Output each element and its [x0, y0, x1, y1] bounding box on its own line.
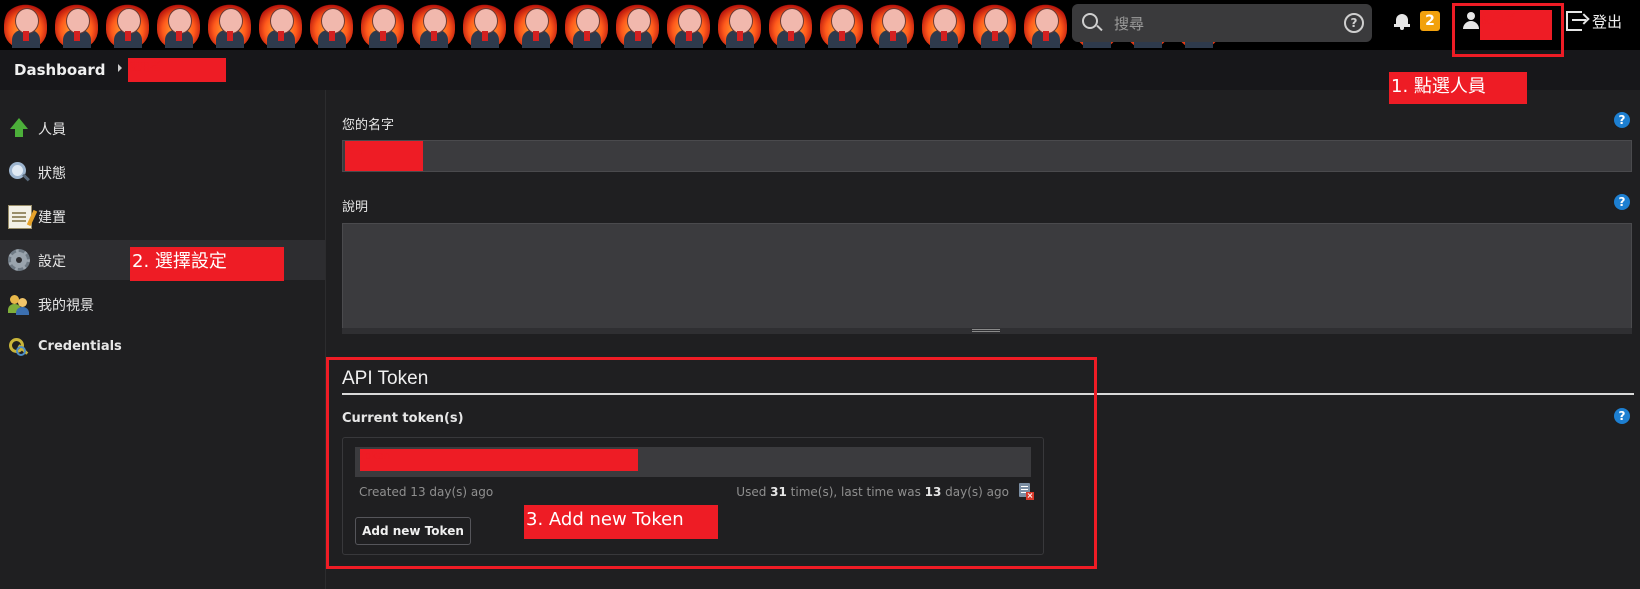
- sidebar-item-status[interactable]: 狀態: [0, 152, 325, 192]
- jenkins-logo-icon: [0, 0, 51, 50]
- sidebar-item-label: 設定: [38, 254, 66, 270]
- jenkins-logo-icon: [255, 0, 306, 50]
- jenkins-logo-icon: [561, 0, 612, 50]
- jenkins-logo-icon: [765, 0, 816, 50]
- notification-bell-icon[interactable]: [1394, 12, 1410, 30]
- logout-icon[interactable]: [1566, 11, 1590, 31]
- search-input[interactable]: [1112, 11, 1326, 37]
- breadcrumb-user-redacted[interactable]: 使用者: [128, 58, 226, 82]
- jenkins-logo-icon: [408, 0, 459, 50]
- sidebar-item-label: 狀態: [38, 166, 66, 182]
- jenkins-logo-icon: [153, 0, 204, 50]
- description-help-icon[interactable]: ?: [1614, 194, 1630, 210]
- sidebar-item-label: 我的視景: [38, 298, 94, 314]
- description-label: 說明: [342, 200, 369, 215]
- sidebar-item-builds[interactable]: 建置: [0, 196, 325, 236]
- description-field[interactable]: [342, 223, 1632, 329]
- sidebar-item-credentials[interactable]: Credentials: [0, 328, 325, 368]
- name-field[interactable]: 名字: [342, 140, 1632, 172]
- jenkins-logo-icon: [459, 0, 510, 50]
- breadcrumb-dashboard[interactable]: Dashboard: [14, 61, 105, 79]
- notepad-icon: [8, 205, 32, 229]
- jenkins-logo-icon: [969, 0, 1020, 50]
- jenkins-logo-icon: [612, 0, 663, 50]
- magnifier-icon: [8, 161, 30, 183]
- logout-link[interactable]: 登出: [1592, 11, 1622, 32]
- sidebar-item-people[interactable]: 人員: [0, 108, 325, 148]
- sidebar-item-my-views[interactable]: 我的視景: [0, 284, 325, 324]
- annotation-step-2: 2. 選擇設定: [130, 247, 284, 281]
- top-header: ? 2 使用者 登出: [0, 0, 1640, 50]
- name-help-icon[interactable]: ?: [1614, 112, 1630, 128]
- jenkins-logo-icon: [918, 0, 969, 50]
- search-icon: [1082, 13, 1098, 29]
- name-value-redacted: 名字: [345, 141, 423, 171]
- jenkins-logo-icon: [816, 0, 867, 50]
- description-resize-handle[interactable]: [342, 328, 1632, 334]
- sidebar-item-label: Credentials: [38, 339, 122, 354]
- people-icon: [8, 293, 30, 315]
- annotation-step-1: 1. 點選人員: [1389, 72, 1527, 104]
- arrow-up-icon: [10, 118, 28, 129]
- search-box[interactable]: ?: [1072, 4, 1372, 42]
- annotation-step-3: 3. Add new Token: [524, 505, 718, 539]
- jenkins-logo-icon: [306, 0, 357, 50]
- jenkins-logo-icon: [357, 0, 408, 50]
- api-token-help-icon[interactable]: ?: [1614, 408, 1630, 424]
- annotation-box-user: [1452, 3, 1564, 57]
- jenkins-logo-icon: [204, 0, 255, 50]
- jenkins-logo-icon: [714, 0, 765, 50]
- jenkins-logo-strip[interactable]: [0, 0, 1224, 50]
- arrow-up-stem: [15, 129, 23, 137]
- name-label: 您的名字: [342, 118, 395, 133]
- jenkins-logo-icon: [102, 0, 153, 50]
- notification-count-badge[interactable]: 2: [1420, 11, 1440, 31]
- sidebar-item-label: 建置: [38, 210, 66, 226]
- sidebar-item-label: 人員: [38, 122, 66, 138]
- jenkins-logo-icon: [510, 0, 561, 50]
- jenkins-logo-icon: [663, 0, 714, 50]
- jenkins-logo-icon: [51, 0, 102, 50]
- sidebar: 人員 狀態 建置 設定 我的視景 Credentials: [0, 90, 326, 589]
- jenkins-logo-icon: [1020, 0, 1071, 50]
- search-help-icon[interactable]: ?: [1344, 13, 1364, 33]
- jenkins-logo-icon: [867, 0, 918, 50]
- gear-icon: [8, 249, 30, 271]
- keys-icon: [8, 337, 30, 359]
- breadcrumb-chevron-icon[interactable]: [118, 64, 122, 72]
